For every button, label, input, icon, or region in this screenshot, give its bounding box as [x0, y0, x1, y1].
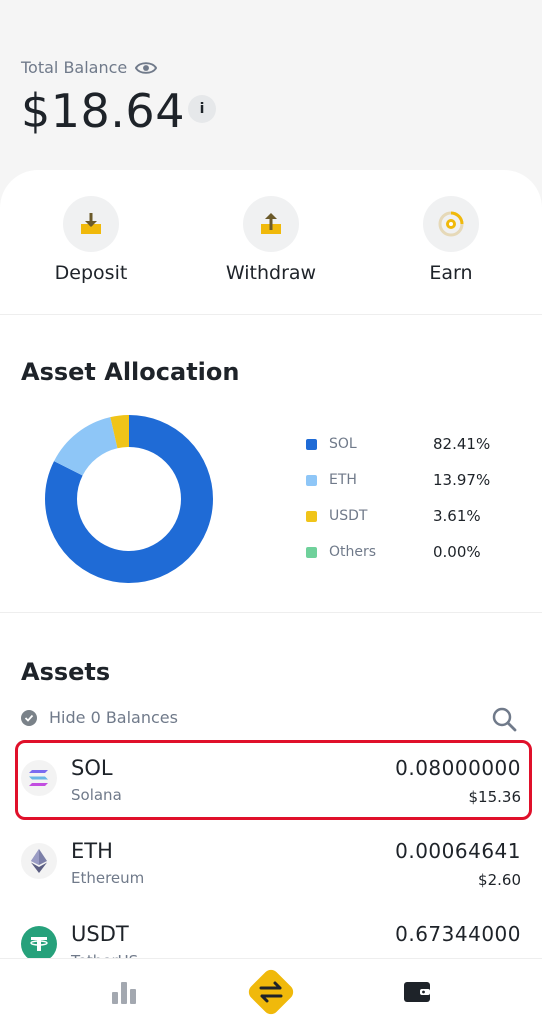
info-icon[interactable]: i: [188, 95, 216, 123]
asset-symbol: ETH: [71, 839, 113, 863]
eye-icon[interactable]: [135, 60, 158, 76]
asset-amount: 0.67344000: [395, 922, 521, 946]
asset-allocation-title: Asset Allocation: [21, 358, 240, 386]
total-balance-value: $18.64: [21, 84, 185, 138]
assets-title: Assets: [21, 658, 111, 686]
legend-swatch: [306, 546, 317, 558]
legend-percent: 3.61%: [433, 507, 481, 525]
legend-swatch: [306, 438, 317, 450]
ethereum-icon: [21, 843, 57, 879]
wallet-icon[interactable]: [387, 959, 447, 1024]
hide-zero-balances-toggle[interactable]: Hide 0 Balances: [21, 708, 178, 727]
asset-row-eth[interactable]: ETH Ethereum 0.00064641 $2.60: [0, 825, 542, 905]
legend-swatch: [306, 510, 317, 522]
allocation-legend: SOL 82.41% ETH 13.97% USDT 3.61% Others …: [306, 426, 516, 570]
legend-item-sol: SOL 82.41%: [306, 426, 516, 462]
earn-label: Earn: [429, 262, 473, 284]
asset-usd-value: $2.60: [478, 871, 521, 889]
bottom-navigation: [0, 958, 542, 1024]
legend-percent: 0.00%: [433, 543, 481, 561]
asset-amount: 0.00064641: [395, 839, 521, 863]
allocation-donut-chart: [45, 415, 213, 583]
action-bar: Deposit Withdraw Earn: [0, 196, 542, 296]
total-balance-label: Total Balance: [21, 58, 158, 77]
legend-label: Others: [329, 544, 377, 560]
legend-item-usdt: USDT 3.61%: [306, 498, 516, 534]
hide-zero-balances-label: Hide 0 Balances: [49, 708, 178, 727]
search-icon[interactable]: [490, 705, 518, 733]
markets-icon[interactable]: [94, 959, 154, 1024]
tether-icon: [21, 926, 57, 962]
withdraw-button[interactable]: Withdraw: [216, 196, 326, 284]
earn-button[interactable]: Earn: [396, 196, 506, 284]
legend-label: ETH: [329, 472, 357, 488]
trade-icon[interactable]: [241, 959, 301, 1024]
deposit-button[interactable]: Deposit: [36, 196, 146, 284]
asset-name: Ethereum: [71, 869, 145, 887]
legend-swatch: [306, 474, 317, 486]
check-circle-icon: [21, 709, 37, 726]
asset-symbol: USDT: [71, 922, 129, 946]
withdraw-label: Withdraw: [225, 262, 317, 284]
legend-label: SOL: [329, 436, 357, 452]
deposit-icon: [63, 196, 119, 252]
legend-label: USDT: [329, 508, 368, 524]
withdraw-icon: [243, 196, 299, 252]
earn-icon: [423, 196, 479, 252]
legend-percent: 13.97%: [433, 471, 491, 489]
divider: [0, 612, 542, 613]
legend-item-others: Others 0.00%: [306, 534, 516, 570]
legend-percent: 82.41%: [433, 435, 491, 453]
divider: [0, 314, 542, 315]
wallet-card: Deposit Withdraw Earn Asset Allocation S…: [0, 170, 542, 1024]
deposit-label: Deposit: [54, 262, 128, 284]
legend-item-eth: ETH 13.97%: [306, 462, 516, 498]
highlight-box: [15, 740, 532, 820]
